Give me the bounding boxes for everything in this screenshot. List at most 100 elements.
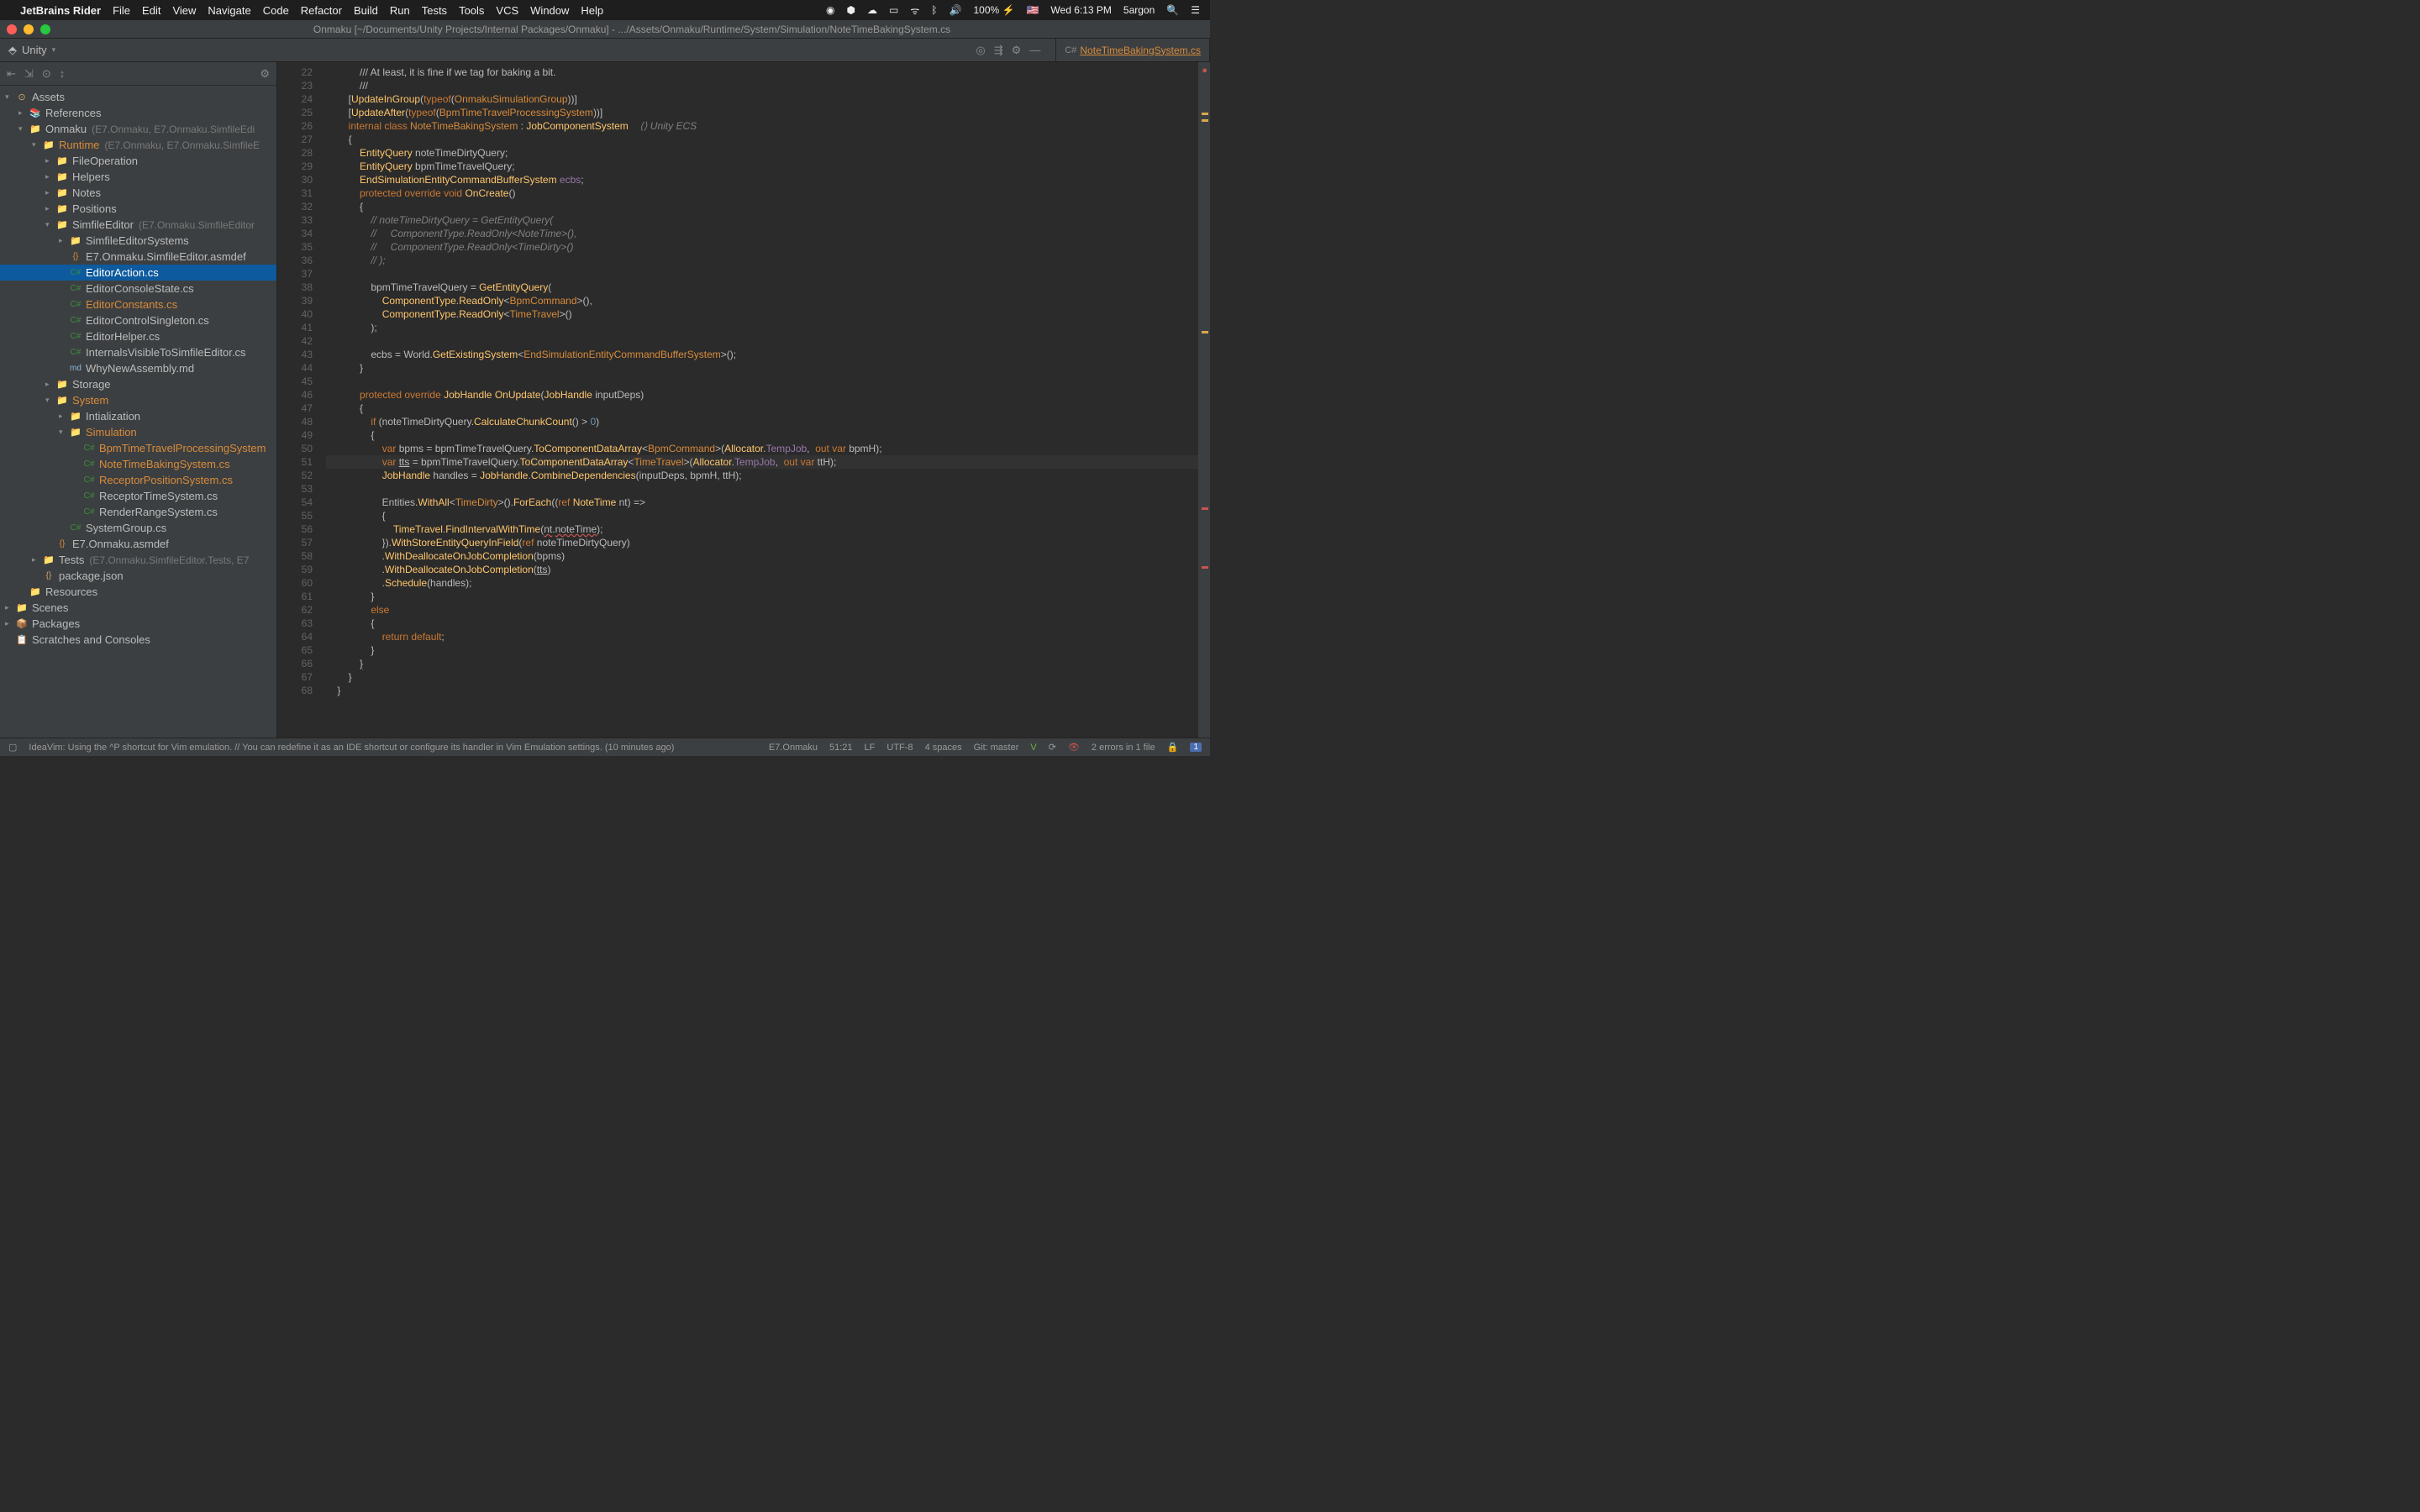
tree-row[interactable]: ▸📁Notes — [0, 185, 276, 201]
sync-icon[interactable]: ⟳ — [1049, 742, 1056, 753]
hide-icon[interactable]: — — [1029, 44, 1040, 57]
tree-row[interactable]: ▸📁Tests(E7.Onmaku.SimfileEditor.Tests, E… — [0, 552, 276, 568]
tree-row[interactable]: C#ReceptorPositionSystem.cs — [0, 472, 276, 488]
menu-view[interactable]: View — [172, 4, 196, 17]
code-editor[interactable]: 2223242526272829303132333435363738394041… — [277, 62, 1210, 738]
settings-icon[interactable]: ⚙ — [1012, 44, 1022, 57]
run-config-dropdown[interactable]: ⬘ Unity — [0, 44, 64, 57]
collapse-icon[interactable]: ⇤ — [7, 67, 16, 81]
stripe-mark[interactable] — [1202, 331, 1208, 333]
menu-tests[interactable]: Tests — [422, 4, 447, 17]
dropbox-icon[interactable]: ⬢ — [847, 4, 855, 16]
project-tree[interactable]: ▾⊙Assets▸📚References▾📁Onmaku(E7.Onmaku, … — [0, 86, 276, 738]
app-name[interactable]: JetBrains Rider — [20, 4, 101, 17]
tree-row[interactable]: {}E7.Onmaku.asmdef — [0, 536, 276, 552]
menu-code[interactable]: Code — [263, 4, 289, 17]
tree-row[interactable]: 📁Resources — [0, 584, 276, 600]
tree-row[interactable]: ▾📁Simulation — [0, 424, 276, 440]
minimize-button[interactable] — [24, 24, 34, 34]
tree-row[interactable]: C#EditorAction.cs — [0, 265, 276, 281]
input-flag[interactable]: 🇺🇸 — [1026, 4, 1039, 16]
sort-icon[interactable]: ↕ — [60, 67, 66, 80]
tool-window-icon[interactable]: ▢ — [8, 742, 17, 753]
tree-row[interactable]: ▸📚References — [0, 105, 276, 121]
tree-row[interactable]: ▾📁Runtime(E7.Onmaku, E7.Onmaku.SimfileE — [0, 137, 276, 153]
clock[interactable]: Wed 6:13 PM — [1050, 4, 1111, 16]
status-caret[interactable]: 51:21 — [829, 743, 853, 753]
tree-row[interactable]: C#SystemGroup.cs — [0, 520, 276, 536]
status-encoding[interactable]: UTF-8 — [886, 743, 913, 753]
menu-file[interactable]: File — [113, 4, 130, 17]
gear-icon[interactable]: ⚙ — [260, 67, 270, 81]
menu-edit[interactable]: Edit — [142, 4, 160, 17]
close-button[interactable] — [7, 24, 17, 34]
spotlight-icon[interactable]: 🔍 — [1166, 4, 1179, 16]
notifications-badge[interactable]: 1 — [1190, 743, 1202, 752]
battery-status[interactable]: 100% ⚡ — [973, 4, 1014, 16]
tree-row[interactable]: ▾📁Onmaku(E7.Onmaku, E7.Onmaku.SimfileEdi — [0, 121, 276, 137]
stripe-mark[interactable] — [1202, 566, 1208, 569]
tree-row[interactable]: ▸📁Scenes — [0, 600, 276, 616]
screencast-icon[interactable]: ◉ — [826, 4, 834, 16]
menu-tools[interactable]: Tools — [459, 4, 484, 17]
display-icon[interactable]: ▭ — [889, 4, 898, 16]
editor-tab[interactable]: C# NoteTimeBakingSystem.cs — [1056, 39, 1210, 61]
tree-row[interactable]: ▾📁SimfileEditor(E7.Onmaku.SimfileEditor — [0, 217, 276, 233]
status-git[interactable]: Git: master — [974, 743, 1019, 753]
tree-row[interactable]: C#RenderRangeSystem.cs — [0, 504, 276, 520]
tree-row[interactable]: C#NoteTimeBakingSystem.cs — [0, 456, 276, 472]
tree-row[interactable]: C#EditorControlSingleton.cs — [0, 312, 276, 328]
volume-icon[interactable]: 🔊 — [950, 4, 962, 16]
os-menubar: JetBrains Rider File Edit View Navigate Code… — [0, 0, 1210, 20]
wifi-icon[interactable]: ᯤ — [910, 3, 919, 18]
menu-run[interactable]: Run — [390, 4, 410, 17]
menu-window[interactable]: Window — [530, 4, 569, 17]
status-indent[interactable]: 4 spaces — [925, 743, 962, 753]
tree-row[interactable]: C#InternalsVisibleToSimfileEditor.cs — [0, 344, 276, 360]
bluetooth-icon[interactable]: ᛒ — [931, 4, 937, 16]
tree-row[interactable]: C#EditorConstants.cs — [0, 297, 276, 312]
tree-row[interactable]: C#BpmTimeTravelProcessingSystem — [0, 440, 276, 456]
tree-row[interactable]: ▸📁FileOperation — [0, 153, 276, 169]
tree-row[interactable]: {}E7.Onmaku.SimfileEditor.asmdef — [0, 249, 276, 265]
tree-row[interactable]: C#EditorHelper.cs — [0, 328, 276, 344]
menu-icon[interactable]: ☰ — [1191, 4, 1200, 16]
tree-row[interactable]: ▸📁Helpers — [0, 169, 276, 185]
target-icon[interactable]: ◎ — [976, 44, 985, 57]
vim-icon[interactable]: V — [1030, 743, 1036, 753]
tree-row[interactable]: ▸📁Storage — [0, 376, 276, 392]
tree-row[interactable]: C#EditorConsoleState.cs — [0, 281, 276, 297]
tree-row[interactable]: ▸📁Intialization — [0, 408, 276, 424]
expand-icon[interactable]: ⇲ — [24, 67, 34, 81]
tree-row[interactable]: {}package.json — [0, 568, 276, 584]
filter-icon[interactable]: ⇶ — [994, 44, 1003, 57]
tree-row[interactable]: ▾📁System — [0, 392, 276, 408]
status-eol[interactable]: LF — [865, 743, 876, 753]
tree-row[interactable]: ▸📁SimfileEditorSystems — [0, 233, 276, 249]
menu-vcs[interactable]: VCS — [496, 4, 518, 17]
menu-build[interactable]: Build — [354, 4, 378, 17]
tree-row[interactable]: ▸📁Positions — [0, 201, 276, 217]
error-stripe[interactable]: ● — [1198, 62, 1210, 738]
menu-help[interactable]: Help — [581, 4, 603, 17]
menu-refactor[interactable]: Refactor — [301, 4, 342, 17]
tree-row[interactable]: ▾⊙Assets — [0, 89, 276, 105]
tree-row[interactable]: C#ReceptorTimeSystem.cs — [0, 488, 276, 504]
stripe-mark[interactable] — [1202, 507, 1208, 510]
tree-row[interactable]: ▸📦Packages — [0, 616, 276, 632]
lock-icon[interactable]: 🔒 — [1167, 742, 1179, 753]
status-project[interactable]: E7.Onmaku — [769, 743, 818, 753]
tree-row[interactable]: 📋Scratches and Consoles — [0, 632, 276, 648]
locate-icon[interactable]: ⊙ — [42, 67, 51, 81]
fullscreen-button[interactable] — [40, 24, 50, 34]
stripe-mark[interactable] — [1202, 119, 1208, 122]
user-name[interactable]: 5argon — [1123, 4, 1155, 16]
menu-navigate[interactable]: Navigate — [208, 4, 250, 17]
code-area[interactable]: /// At least, it is fine if we tag for b… — [319, 62, 1198, 738]
inspect-icon[interactable]: 👁 — [1068, 742, 1080, 753]
error-indicator-icon[interactable]: ● — [1202, 66, 1207, 76]
errors-summary[interactable]: 2 errors in 1 file — [1092, 743, 1155, 753]
stripe-mark[interactable] — [1202, 113, 1208, 115]
cloud-icon[interactable]: ☁ — [867, 4, 877, 16]
tree-row[interactable]: mdWhyNewAssembly.md — [0, 360, 276, 376]
